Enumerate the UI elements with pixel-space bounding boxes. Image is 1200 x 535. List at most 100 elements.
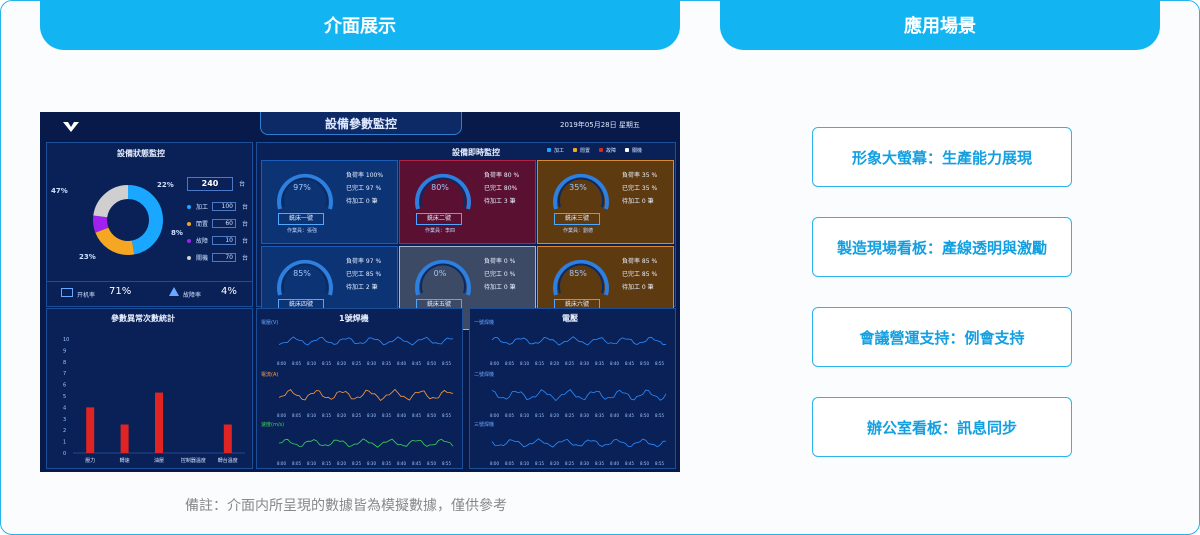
y-tick-label: 9 xyxy=(63,348,66,354)
machine-done: 已完工 80% xyxy=(484,185,518,192)
time-tick-label: 8:35 xyxy=(382,361,391,366)
machine-load: 負荷率 85 % xyxy=(622,258,658,265)
time-tick-label: 8:10 xyxy=(520,461,529,466)
status-dot-icon xyxy=(187,221,191,226)
machine-card[interactable]: 80% 銑床二號 作業員：李四 負荷率 80 % 已完工 80% 待加工 3 筆 xyxy=(399,160,536,244)
time-tick-label: 8:45 xyxy=(412,413,421,418)
status-item-unit: 台 xyxy=(242,221,249,228)
time-tick-label: 8:35 xyxy=(595,461,604,466)
bar xyxy=(223,424,232,453)
time-tick-label: 8:15 xyxy=(535,361,544,366)
realtime-legend: 加工 閒置 故障 關機 xyxy=(547,147,651,154)
bar xyxy=(155,392,163,453)
status-item-value: 60 xyxy=(212,219,236,228)
status-item-unit: 台 xyxy=(242,204,249,211)
brand-logo xyxy=(62,118,80,132)
time-tick-label: 8:20 xyxy=(550,361,559,366)
time-tick-label: 8:55 xyxy=(655,361,664,366)
time-tick-label: 8:30 xyxy=(580,461,589,466)
time-tick-label: 8:10 xyxy=(520,413,529,418)
machine-stats: 負荷率 85 % 已完工 85 % 待加工 0 筆 xyxy=(622,255,670,294)
machine-done: 已完工 97 % xyxy=(346,185,382,192)
gauge-percent: 97% xyxy=(293,183,311,192)
time-tick-label: 8:15 xyxy=(322,461,331,466)
status-item-label: 關機 xyxy=(196,255,209,262)
machine-stats: 負荷率 97 % 已完工 85 % 待加工 2 筆 xyxy=(346,255,394,294)
scene-card-2[interactable]: 製造現場看板：產線透明與激勵 xyxy=(812,217,1072,277)
machine-load: 負荷率 35 % xyxy=(622,172,658,179)
time-tick-label: 8:55 xyxy=(442,361,451,366)
machine-stats: 負荷率 80 % 已完工 80% 待加工 3 筆 xyxy=(484,169,532,208)
dashboard-date: 2019年05月28日 星期五 xyxy=(560,121,640,129)
scene-card-4[interactable]: 辦公室看板：訊息同步 xyxy=(812,397,1072,457)
machine-name: 銑床二號 xyxy=(416,213,462,225)
machine-pending: 待加工 3 筆 xyxy=(484,198,516,205)
machine-operator: 作業員：劉德 xyxy=(562,228,593,234)
y-tick-label: 7 xyxy=(63,371,66,377)
time-tick-label: 8:35 xyxy=(382,413,391,418)
fault-rate: 4% xyxy=(221,286,237,297)
machine-pending: 待加工 0 筆 xyxy=(622,198,654,205)
time-tick-label: 8:15 xyxy=(535,461,544,466)
pct-shutdown: 23% xyxy=(79,253,96,261)
legend-item: 關機 xyxy=(625,148,642,154)
data-line xyxy=(278,438,454,448)
time-tick-label: 8:10 xyxy=(307,361,316,366)
time-tick-label: 8:15 xyxy=(322,413,331,418)
time-tick-label: 8:00 xyxy=(277,461,286,466)
status-item-value: 100 xyxy=(212,202,236,211)
legend-item: 閒置 xyxy=(573,148,590,154)
scene-card-1[interactable]: 形象大螢幕：生產能力展現 xyxy=(812,127,1072,187)
abnormal-bar-chart: 0 1 2 3 4 5 6 7 8 9 10 壓力 轉速 油壓 控制器溫度 轉台溫度 xyxy=(63,337,245,464)
time-tick-label: 8:30 xyxy=(367,461,376,466)
tab-application-scenarios[interactable]: 應用場景 xyxy=(720,0,1160,50)
status-dot-icon xyxy=(187,255,191,260)
pct-idle: 22% xyxy=(157,181,174,189)
status-item: 閒置 60 台 xyxy=(187,215,251,232)
time-tick-label: 8:40 xyxy=(610,413,619,418)
data-line xyxy=(491,438,667,448)
time-tick-label: 8:35 xyxy=(595,413,604,418)
time-tick-label: 8:05 xyxy=(292,413,301,418)
time-tick-label: 8:00 xyxy=(490,461,499,466)
warning-icon xyxy=(169,287,179,296)
status-item-label: 閒置 xyxy=(196,221,209,228)
machine-done: 已完工 0 % xyxy=(484,271,516,278)
status-item: 加工 100 台 xyxy=(187,198,251,215)
status-dot-icon xyxy=(187,204,191,209)
welder-panel: 1號焊機 電壓(V) 電流(A) 速度(m/s) 8:00 8:05 8:10 8:1… xyxy=(256,308,463,469)
y-tick-label: 4 xyxy=(63,405,66,411)
time-tick-label: 8:20 xyxy=(337,361,346,366)
bar xyxy=(120,424,129,453)
legend-item: 故障 xyxy=(599,148,616,154)
footnote: 備註：介面内所呈現的數據皆為模擬數據，僅供參考 xyxy=(185,498,507,514)
legend-dot-icon xyxy=(599,148,604,152)
time-tick-label: 8:55 xyxy=(655,413,664,418)
pct-process: 47% xyxy=(51,187,68,195)
time-tick-label: 8:55 xyxy=(442,461,451,466)
y-tick-label: 8 xyxy=(63,360,66,366)
time-tick-label: 8:50 xyxy=(640,361,649,366)
machine-operator: 作業員：李四 xyxy=(424,228,455,234)
startup-rate: 71% xyxy=(109,286,132,297)
y-tick-label: 6 xyxy=(63,383,66,389)
time-tick-label: 8:40 xyxy=(610,461,619,466)
time-tick-label: 8:25 xyxy=(565,361,574,366)
machine-card[interactable]: 97% 銑床一號 作業員：張強 負荷率 100% 已完工 97 % 待加工 0 筆 xyxy=(261,160,398,244)
machine-done: 已完工 85 % xyxy=(622,271,658,278)
tab-interface-demo[interactable]: 介面展示 xyxy=(40,0,680,50)
machine-card[interactable]: 35% 銑床三號 作業員：劉德 負荷率 35 % 已完工 35 % 待加工 0 筆 xyxy=(537,160,674,244)
legend-dot-icon xyxy=(625,148,630,152)
time-tick-label: 8:00 xyxy=(490,413,499,418)
dashboard-screenshot: 設備參數監控 2019年05月28日 星期五 設備狀態監控 47% 22% 8%… xyxy=(40,112,680,472)
dashboard-title: 設備參數監控 xyxy=(260,112,462,135)
time-tick-label: 8:10 xyxy=(307,461,316,466)
time-tick-label: 8:25 xyxy=(565,461,574,466)
welder-line-charts: 8:00 8:05 8:10 8:15 8:20 8:25 8:30 8:35 8:40 8:45… xyxy=(277,336,454,466)
scene-card-3[interactable]: 會議營運支持：例會支持 xyxy=(812,307,1072,367)
total-count: 240 xyxy=(187,177,233,191)
time-tick-label: 8:20 xyxy=(337,413,346,418)
status-item-unit: 台 xyxy=(242,238,249,245)
time-tick-label: 8:05 xyxy=(505,461,514,466)
status-item-value: 10 xyxy=(212,236,236,245)
